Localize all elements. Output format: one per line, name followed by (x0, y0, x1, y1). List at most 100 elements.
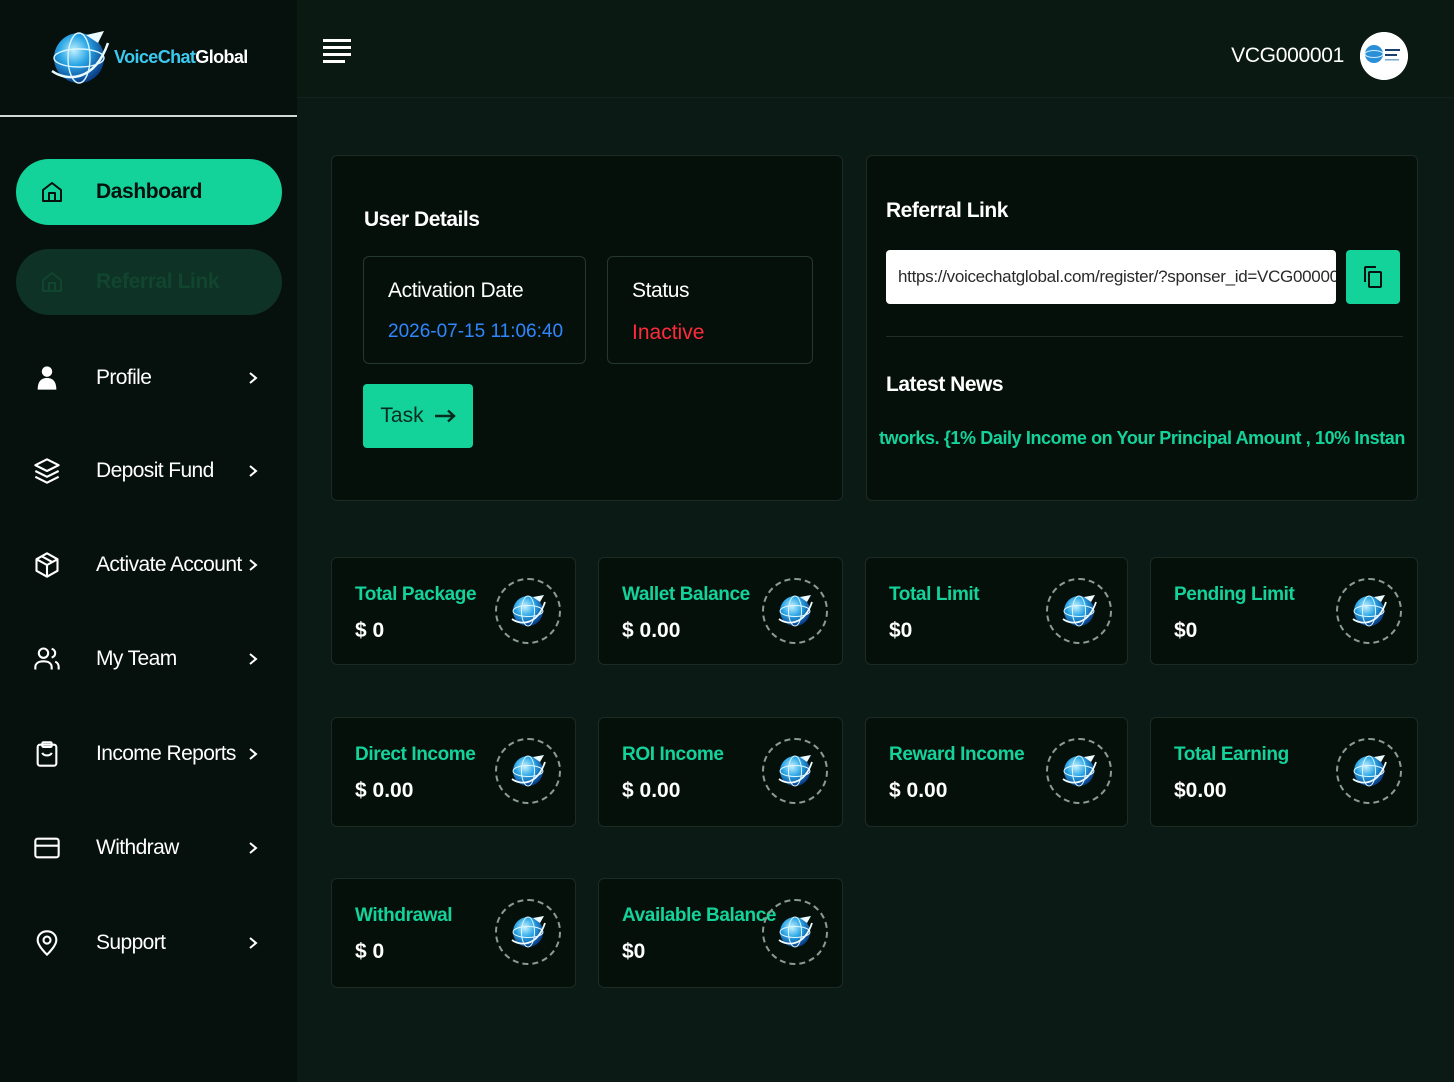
referral-title: Referral Link (886, 199, 1008, 222)
dashed-ring (495, 738, 561, 804)
globe-logo-icon (1352, 595, 1387, 627)
sidebar-item-dashboard[interactable]: Dashboard (16, 159, 282, 225)
sidebar-item-label: Dashboard (96, 180, 203, 203)
dashed-ring (762, 578, 828, 644)
referral-card: Referral Link Latest News tworks. {1% Da… (866, 155, 1418, 501)
dashed-ring (495, 899, 561, 965)
stat-label: ROI Income (622, 744, 724, 765)
stat-card-total-earning: Total Earning $0.00 (1150, 717, 1418, 827)
layers-icon (32, 456, 62, 486)
sidebar-item-profile[interactable]: Profile (32, 358, 272, 398)
status-value: Inactive (632, 321, 705, 344)
sidebar-item-label: Activate Account (96, 553, 242, 576)
globe-logo-icon (1352, 755, 1387, 787)
stat-icon (1336, 573, 1402, 649)
task-button[interactable]: Task (363, 384, 473, 448)
topbar: VCG000001 (297, 0, 1454, 98)
stat-label: Total Package (355, 584, 477, 605)
stat-icon (495, 733, 561, 809)
stat-card-withdrawal: Withdrawal $ 0 (331, 878, 576, 988)
chevron-right-icon (249, 465, 258, 477)
chevron-right-icon (249, 842, 258, 854)
sidebar-item-withdraw[interactable]: Withdraw (32, 828, 272, 868)
user-details-title: User Details (364, 208, 480, 231)
dashed-ring (1336, 738, 1402, 804)
stat-card-pending-limit: Pending Limit $0 (1150, 557, 1418, 665)
stat-label: Wallet Balance (622, 584, 750, 605)
stat-value: $0 (622, 940, 646, 963)
stat-value: $ 0.00 (355, 779, 414, 802)
brand-name: VoiceChatGlobal (114, 47, 248, 67)
stat-icon (762, 733, 828, 809)
home-icon (42, 182, 62, 202)
globe-logo-icon (1062, 755, 1097, 787)
stat-icon (762, 573, 828, 649)
sidebar-item-deposit-fund[interactable]: Deposit Fund (32, 451, 272, 491)
stat-value: $0 (889, 619, 913, 642)
task-button-label: Task (380, 404, 424, 427)
sidebar-item-label: Income Reports (96, 742, 236, 765)
sidebar-item-label: Support (96, 931, 166, 954)
copy-button[interactable] (1346, 250, 1400, 304)
hamburger-icon[interactable] (323, 38, 351, 64)
stat-value: $ 0.00 (622, 779, 681, 802)
brand-logo[interactable]: VoiceChatGlobal (0, 0, 297, 117)
stat-label: Total Limit (889, 584, 980, 605)
sidebar-item-activate-account[interactable]: Activate Account (32, 545, 272, 585)
globe-logo-icon (778, 595, 813, 627)
users-icon (32, 644, 62, 674)
stat-label: Total Earning (1174, 744, 1289, 765)
user-avatar[interactable] (1360, 32, 1408, 80)
globe-logo-icon (778, 755, 813, 787)
dashed-ring (495, 578, 561, 644)
globe-logo-icon (511, 595, 546, 627)
stat-icon (1046, 733, 1112, 809)
stat-card-direct-income: Direct Income $ 0.00 (331, 717, 576, 827)
stat-icon (1336, 733, 1402, 809)
avatar-logo-icon (1360, 32, 1408, 80)
chevron-right-icon (249, 372, 258, 384)
stat-label: Direct Income (355, 744, 476, 765)
globe-logo-icon (511, 755, 546, 787)
stat-card-wallet-balance: Wallet Balance $ 0.00 (598, 557, 843, 665)
chevron-right-icon (249, 653, 258, 665)
stat-label: Withdrawal (355, 905, 453, 926)
chevron-right-icon (249, 748, 258, 760)
sidebar-item-referral-link[interactable]: Referral Link (16, 249, 282, 315)
globe-logo-icon (778, 916, 813, 948)
user-details-card: User Details Activation Date 2026-07-15 … (331, 155, 843, 501)
latest-news-title: Latest News (886, 373, 1004, 396)
divider (886, 336, 1403, 337)
sidebar-item-label: Deposit Fund (96, 459, 214, 482)
referral-link-input[interactable] (886, 250, 1336, 304)
dashed-ring (1046, 578, 1112, 644)
sidebar-nav: Dashboard Referral Link (0, 117, 297, 315)
sidebar-item-income-reports[interactable]: Income Reports (32, 734, 272, 774)
chevron-right-icon (249, 937, 258, 949)
globe-logo-icon (51, 30, 110, 84)
sidebar-item-support[interactable]: Support (32, 923, 272, 963)
package-icon (32, 550, 62, 580)
sidebar-item-label: Profile (96, 366, 152, 389)
stat-card-total-limit: Total Limit $0 (865, 557, 1128, 665)
sidebar-item-label: My Team (96, 647, 177, 670)
dashed-ring (762, 899, 828, 965)
stat-icon (495, 573, 561, 649)
credit-card-icon (32, 833, 62, 863)
user-icon (32, 363, 62, 393)
stat-card-total-package: Total Package $ 0 (331, 557, 576, 665)
stat-value: $ 0 (355, 940, 385, 963)
sidebar-item-label: Withdraw (96, 836, 179, 859)
stat-value: $0 (1174, 619, 1198, 642)
activation-date-box: Activation Date 2026-07-15 11:06:40 (363, 256, 586, 364)
dashed-ring (762, 738, 828, 804)
globe-logo-icon (511, 916, 546, 948)
stat-value: $ 0.00 (622, 619, 681, 642)
sidebar-item-my-team[interactable]: My Team (32, 639, 272, 679)
chevron-right-icon (249, 559, 258, 571)
arrow-right-icon (434, 409, 456, 423)
news-ticker: tworks. {1% Daily Income on Your Princip… (879, 428, 1405, 448)
dashed-ring (1046, 738, 1112, 804)
stat-icon (762, 894, 828, 970)
stat-value: $0.00 (1174, 779, 1227, 802)
